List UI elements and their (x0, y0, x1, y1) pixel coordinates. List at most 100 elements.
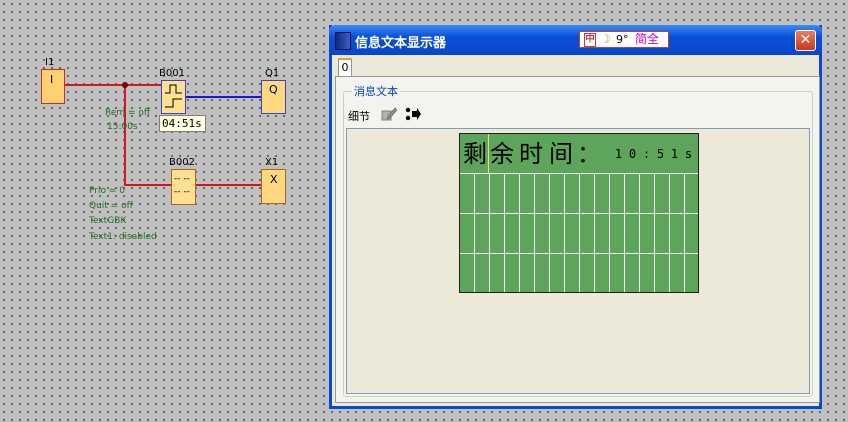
b002-param-2: TextGBK (89, 216, 127, 226)
lcd-cell (460, 174, 475, 214)
lcd-cell (685, 214, 698, 254)
block-name-i1: I1 (45, 57, 55, 68)
lcd-cell (580, 214, 595, 254)
lcd-cell (550, 174, 565, 214)
lcd-char: 1 (614, 147, 623, 161)
output-block-x1[interactable]: X (261, 169, 286, 204)
timer-remaining-tooltip: 04:51s (159, 115, 206, 132)
b001-param-0: Rem = off (105, 108, 151, 118)
lcd-cell (490, 174, 505, 214)
lcd-cell (505, 214, 520, 254)
b002-text-top: -- -- (174, 174, 190, 184)
wire-b001-to-q1 (185, 96, 262, 98)
lcd-cell (550, 254, 565, 292)
lcd-cell (640, 174, 655, 214)
lcd-cell (640, 214, 655, 254)
close-button[interactable]: ✕ (795, 30, 816, 51)
detail-label: 细节 (348, 110, 370, 123)
input-block-i1[interactable]: I (41, 69, 65, 104)
lcd-cell (565, 254, 580, 292)
lcd-cell (565, 174, 580, 214)
lcd-cell (655, 214, 670, 254)
lcd-char: : (642, 147, 651, 161)
lcd-cell (505, 174, 520, 214)
app-icon (335, 32, 351, 50)
lcd-char: 时 (519, 140, 543, 168)
lcd-cell (490, 254, 505, 292)
lcd-cell (670, 174, 685, 214)
move-arrows-icon[interactable] (405, 107, 421, 121)
lcd-cell (595, 174, 610, 214)
moon-icon: ☽ (600, 32, 611, 46)
lcd-cell (460, 214, 475, 254)
lcd-cell (625, 254, 640, 292)
lcd-cell (580, 174, 595, 214)
lcd-cell (625, 174, 640, 214)
lcd-cell (520, 214, 535, 254)
lcd-cell (475, 214, 490, 254)
lcd-cell (685, 174, 698, 214)
message-text-display-window: 信息文本显示器 中 ☽ 9° 简全 ✕ 0 消息文本 细节 剩 余 时 间 ： … (329, 25, 822, 409)
lcd-cell (535, 174, 550, 214)
ime-mode-icon: 中 (584, 33, 596, 47)
lcd-cell (475, 254, 490, 292)
lcd-cell (580, 254, 595, 292)
block-name-x1: X1 (265, 157, 279, 168)
lcd-cell (565, 214, 580, 254)
block-name-q1: Q1 (265, 68, 280, 79)
b002-param-1: Quit = off (89, 201, 133, 211)
lcd-cell (490, 214, 505, 254)
lcd-cell (595, 254, 610, 292)
output-block-q1[interactable]: Q (261, 80, 286, 114)
display-area: 剩 余 时 间 ： 1 0 : 5 1 s (346, 128, 810, 394)
window-titlebar[interactable]: 信息文本显示器 中 ☽ 9° 简全 ✕ (329, 25, 822, 55)
b002-param-3: Text1: disabled (89, 232, 157, 242)
message-text-block-b002[interactable]: -- -- -- -- (171, 169, 196, 205)
lcd-cell (595, 214, 610, 254)
lcd-cell (610, 214, 625, 254)
b002-text-bottom: -- -- (174, 187, 190, 197)
group-title: 消息文本 (352, 83, 400, 99)
tab-panel: 消息文本 细节 剩 余 时 间 ： 1 0: 5 1 s (335, 76, 820, 403)
lcd-cell (520, 254, 535, 292)
b001-param-1: 15:00s (107, 122, 138, 132)
lcd-cell (535, 254, 550, 292)
on-delay-timer-icon (165, 84, 182, 108)
lcd-char: 0 (628, 147, 637, 161)
output-block-symbol: Q (269, 83, 278, 96)
lcd-cell (505, 254, 520, 292)
b002-param-0: Prio = 0 (89, 186, 125, 196)
lcd-cell (625, 214, 640, 254)
ime-status-bar[interactable]: 中 ☽ 9° 简全 (579, 31, 669, 48)
message-text-group: 消息文本 细节 剩 余 时 间 ： 1 0: 5 1 s (343, 83, 813, 397)
lcd-cell (460, 254, 475, 292)
lcd-cell (670, 214, 685, 254)
window-title: 信息文本显示器 (355, 36, 447, 51)
wire-junction-dot (122, 82, 128, 88)
block-name-b001: B001 (159, 68, 185, 79)
output-block-x-symbol: X (270, 173, 278, 186)
edit-pencil-icon[interactable] (381, 107, 397, 121)
lcd-cell (610, 254, 625, 292)
lcd-char: 余 (490, 140, 514, 168)
input-block-symbol: I (50, 73, 54, 86)
lcd-cell (655, 254, 670, 292)
lcd-cell (535, 214, 550, 254)
lcd-cell (550, 214, 565, 254)
ime-punct-icon: 9° (616, 33, 629, 46)
lcd-char: 1 (670, 147, 679, 161)
lcd-cell (640, 254, 655, 292)
lcd-cell (655, 174, 670, 214)
tab-0[interactable]: 0 (338, 58, 352, 76)
lcd-char: s (684, 147, 693, 161)
timer-block-b001[interactable] (161, 80, 186, 114)
wire-b002-to-x1 (195, 184, 262, 186)
lcd-char: 间 (549, 140, 573, 168)
lcd-cell (520, 174, 535, 214)
lcd-display[interactable]: 剩 余 时 间 ： 1 0 : 5 1 s (459, 133, 699, 293)
lcd-char: 剩 (463, 140, 487, 168)
lcd-cell (670, 254, 685, 292)
wire-to-b002 (124, 184, 172, 186)
ime-mode-label: 简全 (635, 32, 660, 46)
lcd-cell (685, 254, 698, 292)
